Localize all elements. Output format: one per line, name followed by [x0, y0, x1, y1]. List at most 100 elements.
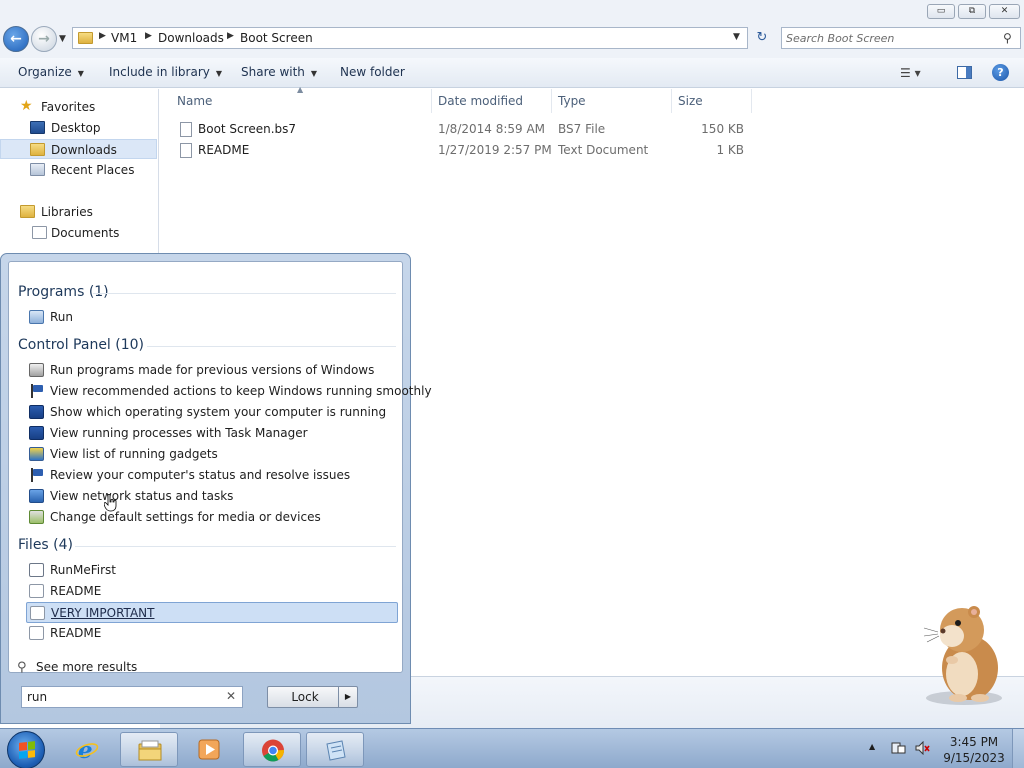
- result-item[interactable]: View running processes with Task Manager: [26, 423, 398, 444]
- result-item-highlighted[interactable]: VERY IMPORTANT: [26, 602, 398, 623]
- forward-button[interactable]: →: [31, 26, 57, 52]
- action-center-tray-icon[interactable]: [891, 741, 906, 755]
- result-item[interactable]: RunMeFirst: [26, 560, 398, 581]
- address-row: ← → ▼ ▶ VM1 ▶ Downloads ▶ Boot Screen ▼ …: [0, 22, 1024, 58]
- include-in-library-button[interactable]: Include in library ▼: [109, 65, 222, 79]
- results-section-header[interactable]: Programs (1): [18, 284, 109, 300]
- nav-item-desktop[interactable]: Desktop: [0, 118, 157, 138]
- downloads-folder-icon: [30, 143, 45, 156]
- result-item[interactable]: View list of running gadgets: [26, 444, 398, 465]
- hamster-desktop-gadget-icon[interactable]: [918, 598, 1008, 708]
- nav-item-recent-places[interactable]: Recent Places: [0, 160, 157, 180]
- taskbar-internet-explorer[interactable]: e: [58, 732, 116, 767]
- preview-pane-icon[interactable]: [957, 66, 972, 79]
- breadcrumb-boot-screen[interactable]: Boot Screen: [240, 31, 313, 45]
- chrome-icon: [262, 739, 285, 762]
- taskbar-windows-explorer[interactable]: [120, 732, 178, 767]
- breadcrumb-chevron-icon[interactable]: ▶: [145, 31, 152, 41]
- result-item[interactable]: Run programs made for previous versions …: [26, 360, 398, 381]
- address-bar[interactable]: ▶ VM1 ▶ Downloads ▶ Boot Screen ▼: [72, 27, 748, 49]
- results-section-header[interactable]: Files (4): [18, 537, 73, 553]
- sort-ascending-icon: ▲: [297, 85, 304, 94]
- result-label: Change default settings for media or dev…: [50, 510, 321, 524]
- show-hidden-icons-icon[interactable]: ▲: [869, 742, 875, 751]
- search-box[interactable]: ⚲: [781, 27, 1021, 49]
- folder-icon: [78, 32, 93, 44]
- text-file-icon: [30, 606, 45, 620]
- run-icon: [29, 310, 44, 324]
- result-label: VERY IMPORTANT: [51, 606, 155, 620]
- address-dropdown-icon[interactable]: ▼: [733, 32, 740, 42]
- nav-item-downloads[interactable]: Downloads: [0, 139, 157, 159]
- nav-libraries[interactable]: Libraries: [0, 202, 157, 222]
- start-search-input[interactable]: [27, 689, 217, 705]
- text-file-icon: [29, 626, 44, 640]
- file-row[interactable]: README 1/27/2019 2:57 PM Text Document 1…: [160, 140, 760, 161]
- column-divider[interactable]: [431, 89, 432, 113]
- column-header-type[interactable]: Type: [558, 94, 586, 108]
- lock-button[interactable]: Lock: [267, 686, 343, 708]
- clock[interactable]: 3:45 PM 9/15/2023: [942, 734, 1006, 766]
- taskbar-notepad[interactable]: [306, 732, 364, 767]
- show-desktop-button[interactable]: [1012, 729, 1024, 768]
- column-header-date-modified[interactable]: Date modified: [438, 94, 523, 108]
- libraries-icon: [20, 205, 35, 218]
- result-item[interactable]: View recommended actions to keep Windows…: [26, 381, 432, 402]
- nav-favorites[interactable]: ★ Favorites: [0, 97, 157, 117]
- file-date: 1/27/2019 2:57 PM: [438, 143, 552, 157]
- breadcrumb-chevron-icon[interactable]: ▶: [227, 31, 234, 41]
- volume-muted-icon[interactable]: [915, 741, 930, 755]
- result-item[interactable]: Run: [26, 307, 398, 328]
- result-item[interactable]: Review your computer's status and resolv…: [26, 465, 398, 486]
- nav-favorites-label: Favorites: [41, 100, 96, 114]
- column-divider[interactable]: [551, 89, 552, 113]
- search-input[interactable]: [786, 30, 996, 46]
- start-search-box[interactable]: ✕: [21, 686, 243, 708]
- taskbar-chrome[interactable]: [243, 732, 301, 767]
- result-label: Run programs made for previous versions …: [50, 363, 375, 377]
- action-center-flag-icon: [29, 384, 44, 398]
- file-icon: [180, 122, 192, 137]
- column-header-name[interactable]: Name: [177, 94, 212, 108]
- results-section-header[interactable]: Control Panel (10): [18, 337, 144, 353]
- column-divider[interactable]: [671, 89, 672, 113]
- search-icon[interactable]: ⚲: [1003, 31, 1012, 45]
- documents-icon: [32, 226, 47, 239]
- refresh-icon[interactable]: ↻: [752, 28, 772, 48]
- help-icon[interactable]: ?: [992, 64, 1009, 81]
- breadcrumb-vm1[interactable]: VM1: [111, 31, 137, 45]
- new-folder-button[interactable]: New folder: [340, 65, 405, 79]
- breadcrumb-chevron-icon[interactable]: ▶: [99, 31, 106, 41]
- shortcut-icon: [29, 563, 44, 577]
- recent-pages-dropdown-icon[interactable]: ▼: [59, 34, 66, 44]
- text-file-icon: [29, 584, 44, 598]
- result-item[interactable]: README: [26, 581, 398, 602]
- share-with-label: Share with: [241, 65, 305, 79]
- share-with-button[interactable]: Share with ▼: [241, 65, 317, 79]
- result-label: RunMeFirst: [50, 563, 116, 577]
- organize-button[interactable]: Organize ▼: [18, 65, 84, 79]
- result-item[interactable]: README: [26, 623, 398, 644]
- column-header-size[interactable]: Size: [678, 94, 703, 108]
- close-button[interactable]: ✕: [989, 4, 1020, 19]
- back-button[interactable]: ←: [3, 26, 29, 52]
- restore-button[interactable]: ⧉: [958, 4, 986, 19]
- power-options-arrow-icon[interactable]: ▶: [338, 686, 358, 708]
- start-menu: Programs (1) Run Control Panel (10) Run …: [0, 253, 432, 724]
- taskbar-media-player[interactable]: [180, 732, 238, 767]
- change-view-icon[interactable]: ☰ ▾: [900, 66, 921, 80]
- result-item[interactable]: Change default settings for media or dev…: [26, 507, 398, 528]
- column-divider[interactable]: [751, 89, 752, 113]
- nav-libraries-label: Libraries: [41, 205, 93, 219]
- start-button[interactable]: [7, 731, 45, 768]
- result-item[interactable]: Show which operating system your compute…: [26, 402, 398, 423]
- file-row[interactable]: Boot Screen.bs7 1/8/2014 8:59 AM BS7 Fil…: [160, 119, 760, 140]
- minimize-button[interactable]: ▭: [927, 4, 955, 19]
- result-item[interactable]: View network status and tasks: [26, 486, 398, 507]
- notepad-icon: [326, 740, 346, 761]
- command-bar: Organize ▼ Include in library ▼ Share with…: [0, 58, 1024, 88]
- nav-item-documents[interactable]: Documents: [0, 223, 157, 243]
- clear-search-icon[interactable]: ✕: [226, 689, 236, 703]
- result-label: Review your computer's status and resolv…: [50, 468, 351, 482]
- breadcrumb-downloads[interactable]: Downloads: [158, 31, 224, 45]
